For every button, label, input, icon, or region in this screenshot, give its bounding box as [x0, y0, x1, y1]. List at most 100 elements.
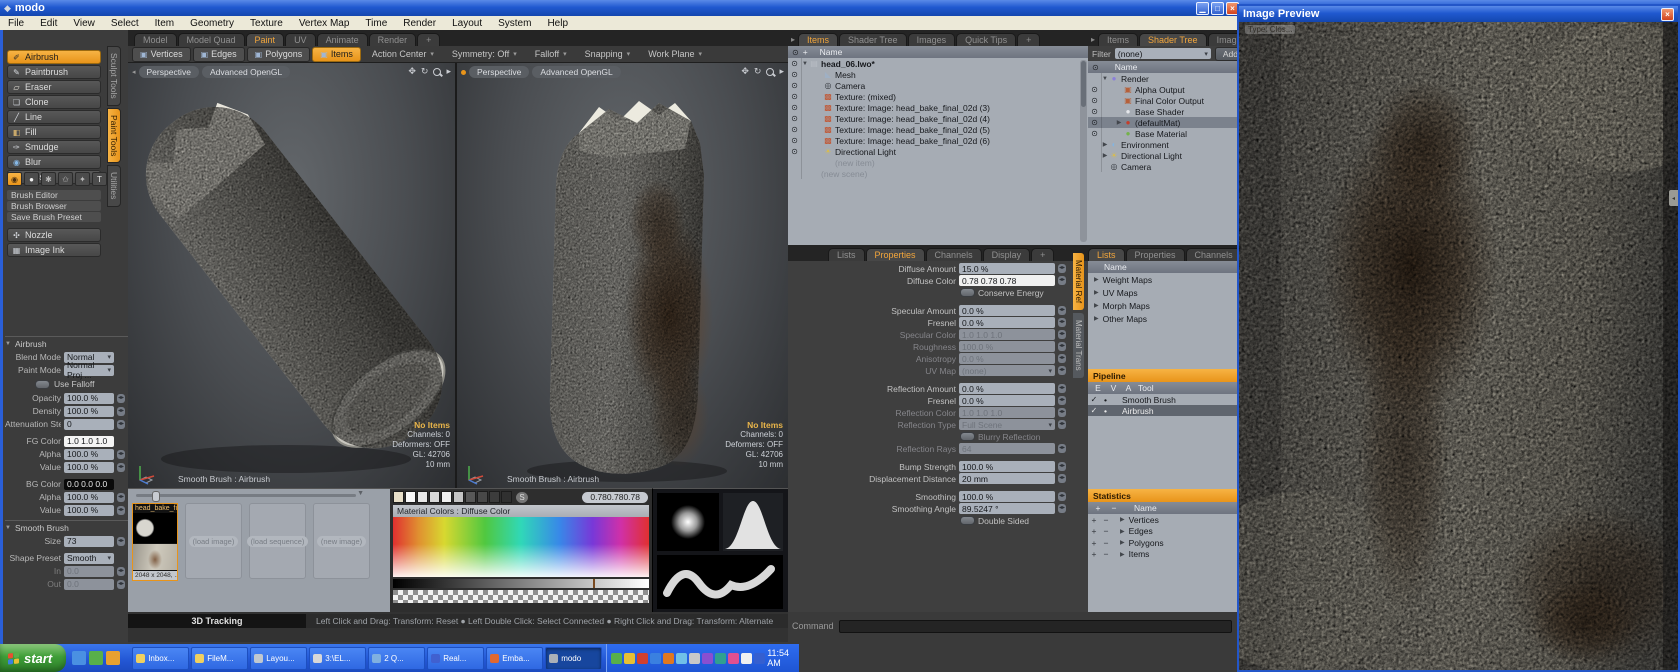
- menu-item[interactable]: View: [65, 18, 103, 29]
- group-title[interactable]: ▼Airbrush: [5, 336, 129, 349]
- quick-launch-icon[interactable]: [106, 651, 120, 665]
- texture-preview[interactable]: Type: Clos... ◂: [1239, 22, 1678, 670]
- filter-select[interactable]: (none)▾: [1115, 48, 1211, 59]
- tab[interactable]: +: [1017, 33, 1040, 46]
- property-field[interactable]: 0.0 %▾: [959, 395, 1055, 406]
- menu-item[interactable]: Edit: [32, 18, 65, 29]
- tray-icon[interactable]: [663, 653, 674, 664]
- saturation-button[interactable]: S: [516, 492, 528, 503]
- menu-item[interactable]: Layout: [444, 18, 490, 29]
- tool-button[interactable]: ▱ Eraser: [7, 80, 101, 94]
- tab[interactable]: Lists: [1088, 248, 1125, 261]
- item-row[interactable]: ⊙ ▩ Texture: Image: head_bake_final_02d …: [788, 113, 1088, 124]
- checkbox[interactable]: [960, 516, 975, 525]
- selection-mode-button[interactable]: ▣ Edges: [193, 47, 245, 62]
- maximize-button[interactable]: □: [1211, 2, 1224, 15]
- image-thumbnail[interactable]: head_bake_fi ... 2048 x 2048, ...: [132, 503, 178, 581]
- color-swatch[interactable]: [393, 491, 404, 503]
- spinner[interactable]: ◂▸: [117, 420, 125, 429]
- spinner[interactable]: ◂▸: [1058, 306, 1066, 315]
- tool-button[interactable]: ◧ Fill: [7, 125, 101, 139]
- tab[interactable]: Shader Tree: [839, 33, 907, 46]
- color-value-field[interactable]: 0.780.780.78: [582, 492, 648, 503]
- select-plus-button[interactable]: +: [1088, 515, 1100, 525]
- brush-tip-button[interactable]: ✦: [75, 172, 90, 186]
- eye-icon[interactable]: ⊙: [788, 92, 801, 101]
- taskbar-task-button[interactable]: FileM...: [191, 647, 248, 670]
- tab[interactable]: Display: [983, 248, 1031, 261]
- deselect-minus-button[interactable]: −: [1100, 526, 1112, 536]
- menu-item[interactable]: Render: [395, 18, 444, 29]
- property-field[interactable]: 1.0 1.0 1.0▾: [959, 407, 1055, 418]
- checkbox[interactable]: [960, 288, 975, 297]
- material-sub-tab[interactable]: Material Ref: [1073, 253, 1084, 310]
- spinner[interactable]: ◂▸: [117, 493, 125, 502]
- brush-tip-button[interactable]: ●: [24, 172, 39, 186]
- ink-button[interactable]: ▦ Image Ink: [7, 243, 101, 257]
- fg-color-field[interactable]: 1.0 1.0 1.0: [64, 436, 114, 447]
- eye-icon[interactable]: ⊙: [1088, 96, 1101, 105]
- numeric-field[interactable]: 100.0 %: [64, 492, 114, 503]
- item-row[interactable]: ⊙ ▩ Texture: Image: head_bake_final_02d …: [788, 135, 1088, 146]
- orbit-icon[interactable]: ↻: [421, 66, 429, 77]
- property-field[interactable]: 20 mm▾: [959, 473, 1055, 484]
- tab[interactable]: +: [417, 33, 440, 46]
- brush-tip-button[interactable]: T: [92, 172, 107, 186]
- spinner[interactable]: ◂▸: [1058, 342, 1066, 351]
- paint-mode-select[interactable]: Normal Proj ...▾: [64, 365, 114, 376]
- tool-button[interactable]: ╱ Line: [7, 110, 101, 124]
- color-swatch[interactable]: [489, 491, 500, 503]
- tri-right-icon[interactable]: ▶: [1094, 289, 1099, 296]
- eye-icon[interactable]: ⊙: [788, 136, 801, 145]
- taskbar-task-button[interactable]: Layou...: [250, 647, 307, 670]
- tray-icon[interactable]: [611, 653, 622, 664]
- item-row[interactable]: ⊙ ◎ Camera: [788, 80, 1088, 91]
- tab[interactable]: Properties: [866, 248, 925, 261]
- tab[interactable]: Lists: [828, 248, 865, 261]
- shading-mode-button[interactable]: Advanced OpenGL: [532, 66, 620, 78]
- menu-item[interactable]: System: [490, 18, 539, 29]
- spinner[interactable]: ◂▸: [117, 450, 125, 459]
- tray-icon[interactable]: [741, 653, 752, 664]
- spinner[interactable]: ◂▸: [117, 463, 125, 472]
- color-swatch[interactable]: [417, 491, 428, 503]
- numeric-field[interactable]: 100.0 %: [64, 393, 114, 404]
- minimize-button[interactable]: ▁: [1196, 2, 1209, 15]
- expander-arrow[interactable]: ▶: [1101, 141, 1109, 148]
- brush-link[interactable]: Save Brush Preset: [7, 212, 101, 222]
- tri-right-icon[interactable]: ▶: [1094, 315, 1099, 322]
- panel-collapse-handle[interactable]: ◂: [1669, 190, 1678, 206]
- eye-icon[interactable]: ⊙: [788, 114, 801, 123]
- menu-item[interactable]: Geometry: [182, 18, 242, 29]
- selection-mode-button[interactable]: ▣ Items: [312, 47, 361, 62]
- color-swatch[interactable]: [429, 491, 440, 503]
- quick-launch-icon[interactable]: [89, 651, 103, 665]
- zoom-icon[interactable]: [433, 68, 441, 76]
- numeric-field[interactable]: 0.0: [64, 579, 114, 590]
- spinner[interactable]: ◂▸: [117, 506, 125, 515]
- item-row[interactable]: ⊙ (new scene): [788, 168, 1088, 179]
- tool-button[interactable]: ◉ Blur: [7, 155, 101, 169]
- item-row[interactable]: ⊙ ▩ Texture: Image: head_bake_final_02d …: [788, 124, 1088, 135]
- start-button[interactable]: start: [0, 644, 66, 672]
- bg-color-field[interactable]: 0.0 0.0 0.0: [64, 479, 114, 490]
- panel-scroll-icon[interactable]: ▸: [1088, 35, 1098, 46]
- viewport-menu-icon[interactable]: ▸: [779, 66, 784, 77]
- tray-icon[interactable]: [728, 653, 739, 664]
- menu-item[interactable]: Select: [103, 18, 147, 29]
- spinner[interactable]: ◂▸: [1058, 366, 1066, 375]
- eye-icon[interactable]: ⊙: [788, 59, 801, 68]
- group-title[interactable]: ▼Smooth Brush: [5, 520, 129, 533]
- color-swatch[interactable]: [501, 491, 512, 503]
- spinner[interactable]: ◂▸: [1058, 384, 1066, 393]
- item-row[interactable]: ⊙ ▩ Texture: Image: head_bake_final_02d …: [788, 102, 1088, 113]
- color-swatch[interactable]: [441, 491, 452, 503]
- selection-mode-button[interactable]: ▣ Vertices: [132, 47, 191, 62]
- property-field[interactable]: 64▾: [959, 443, 1055, 454]
- visible-dot[interactable]: •: [1100, 406, 1111, 416]
- tri-right-icon[interactable]: ▶: [1120, 528, 1125, 535]
- select-plus-button[interactable]: +: [1088, 549, 1100, 559]
- numeric-field[interactable]: 0.0: [64, 566, 114, 577]
- use-falloff-checkbox[interactable]: [35, 380, 50, 389]
- tray-icon[interactable]: [624, 653, 635, 664]
